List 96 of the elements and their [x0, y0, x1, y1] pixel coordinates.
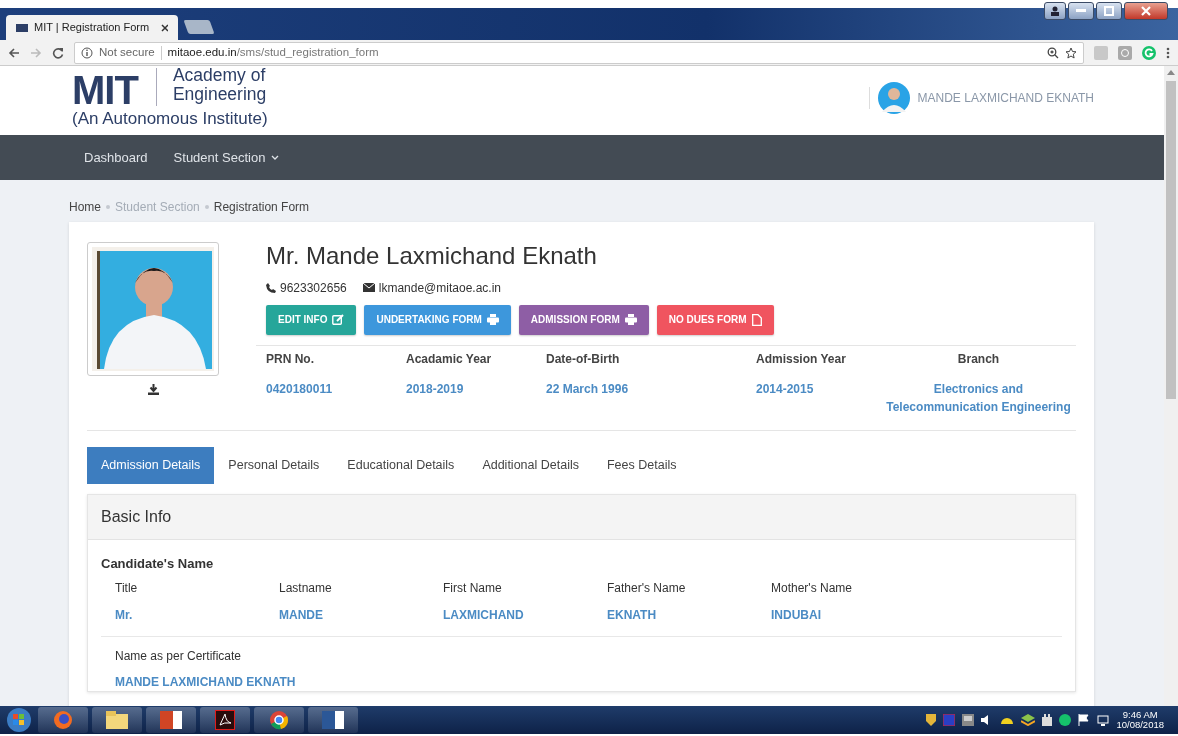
field-value: MANDE [279, 607, 324, 625]
pdf-icon [215, 710, 235, 730]
taskbar-app[interactable] [92, 707, 142, 733]
reload-icon[interactable] [52, 46, 64, 59]
slides-icon [160, 711, 182, 729]
zoom-icon[interactable] [1047, 46, 1059, 59]
logo-text: Engineering [172, 85, 267, 105]
field-value: Mr. [115, 607, 134, 625]
menu-icon[interactable] [1166, 46, 1170, 59]
firefox-icon [53, 710, 73, 730]
field-label: Acadamic Year [406, 350, 493, 368]
field-label: Admission Year [756, 350, 847, 368]
field-label: Branch [956, 350, 1001, 368]
edit-icon [332, 314, 345, 326]
logo-tagline: (An Autonomous Institute) [72, 110, 268, 127]
close-icon[interactable] [161, 23, 168, 32]
star-icon[interactable] [1065, 46, 1077, 59]
section-title: Candidate's Name [101, 554, 215, 573]
email-address: lkmande@mitaoe.ac.in [378, 279, 501, 297]
gauge-icon[interactable] [1000, 715, 1015, 725]
new-tab-button[interactable] [183, 20, 215, 34]
panel-title: Basic Info [101, 507, 172, 525]
clock-time[interactable]: 9:46 AM [1116, 709, 1164, 720]
shield-icon[interactable] [926, 714, 937, 726]
security-label[interactable]: Not secure [99, 43, 155, 62]
field-label: Father's Name [607, 580, 687, 598]
favicon-icon [16, 23, 28, 32]
start-button[interactable] [4, 707, 34, 733]
field-value: INDUBAI [771, 607, 822, 625]
logo-text: Academy of [172, 66, 267, 86]
user-icon [1050, 6, 1060, 16]
clock-date[interactable]: 10/08/2018 [1116, 720, 1164, 731]
field-label: Name as per Certificate [115, 648, 243, 666]
tab-title: MIT | Registration Form [34, 20, 150, 36]
separator-icon [106, 205, 110, 209]
folder-icon [106, 711, 128, 729]
maximize-icon [1104, 6, 1114, 16]
field-value: Electronics and Telecommunication Engineering [885, 380, 1072, 416]
scroll-up-icon[interactable] [1167, 70, 1175, 75]
field-label: First Name [443, 580, 503, 598]
breadcrumb-link[interactable]: Home [69, 198, 101, 216]
nav-link[interactable]: Dashboard [84, 147, 148, 168]
file-icon [751, 313, 762, 326]
separator-icon [204, 205, 209, 209]
nav-link[interactable]: Student Section [173, 147, 280, 168]
printer-icon [486, 314, 499, 326]
browser-tab[interactable]: MIT | Registration Form [6, 15, 178, 40]
minimize-button[interactable] [1068, 2, 1094, 20]
breadcrumb-link[interactable]: Registration Form [213, 198, 310, 216]
document-icon [322, 711, 344, 729]
taskbar-app[interactable] [146, 707, 196, 733]
taskbar-app[interactable] [254, 707, 304, 733]
layers-icon[interactable] [1021, 714, 1036, 726]
details-tab[interactable]: Personal Details [214, 446, 334, 484]
network-icon[interactable] [1097, 714, 1110, 726]
tray-app-icon[interactable] [962, 714, 975, 726]
field-label: Date-of-Birth [546, 350, 621, 368]
info-icon [81, 46, 93, 59]
user-button[interactable] [1044, 2, 1066, 20]
taskbar-app[interactable] [308, 707, 358, 733]
field-value: EKNATH [607, 607, 658, 625]
url-text: mitaoe.edu.in/sms/stud_registration_form [167, 44, 379, 60]
flag-icon[interactable] [1078, 714, 1091, 726]
field-value: 2018-2019 [406, 380, 465, 398]
field-value: LAXMICHAND [443, 607, 525, 625]
field-label: Mother's Name [771, 580, 853, 598]
details-tab[interactable]: Fees Details [592, 446, 691, 484]
power-icon[interactable] [1042, 714, 1053, 726]
taskbar-app[interactable] [200, 707, 250, 733]
close-icon [1141, 6, 1151, 16]
field-value: 2014-2015 [756, 380, 815, 398]
address-bar[interactable]: Not secure mitaoe.edu.in/sms/stud_registration_form [74, 41, 1084, 64]
field-value: 0420180011 [266, 380, 334, 398]
phone-icon [266, 282, 276, 293]
mail-icon [362, 283, 375, 293]
scrollbar-thumb[interactable] [1166, 81, 1176, 399]
field-label: PRN No. [266, 350, 315, 368]
details-tab[interactable]: Additional Details [468, 446, 593, 484]
avatar-icon[interactable] [877, 82, 910, 114]
logo-mark: MIT [72, 70, 138, 110]
minimize-icon [1076, 9, 1086, 13]
download-icon[interactable] [147, 384, 159, 395]
field-label: Title [115, 580, 139, 598]
field-value: 22 March 1996 [546, 380, 630, 398]
details-tab[interactable]: Educational Details [333, 446, 469, 484]
chrome-icon [269, 710, 289, 730]
printer-icon [624, 314, 637, 326]
close-button[interactable] [1124, 2, 1168, 20]
phone-number: 9623302656 [280, 279, 347, 297]
back-icon[interactable] [8, 46, 20, 59]
details-tab[interactable]: Admission Details [87, 446, 215, 484]
field-label: Lastname [279, 580, 333, 598]
student-name: Mr. Mande Laxmichand Eknath [266, 242, 598, 271]
field-value: MANDE LAXMICHAND EKNATH [115, 674, 297, 692]
form-button[interactable]: ADMISSION FORM [518, 304, 649, 335]
maximize-button[interactable] [1096, 2, 1122, 20]
